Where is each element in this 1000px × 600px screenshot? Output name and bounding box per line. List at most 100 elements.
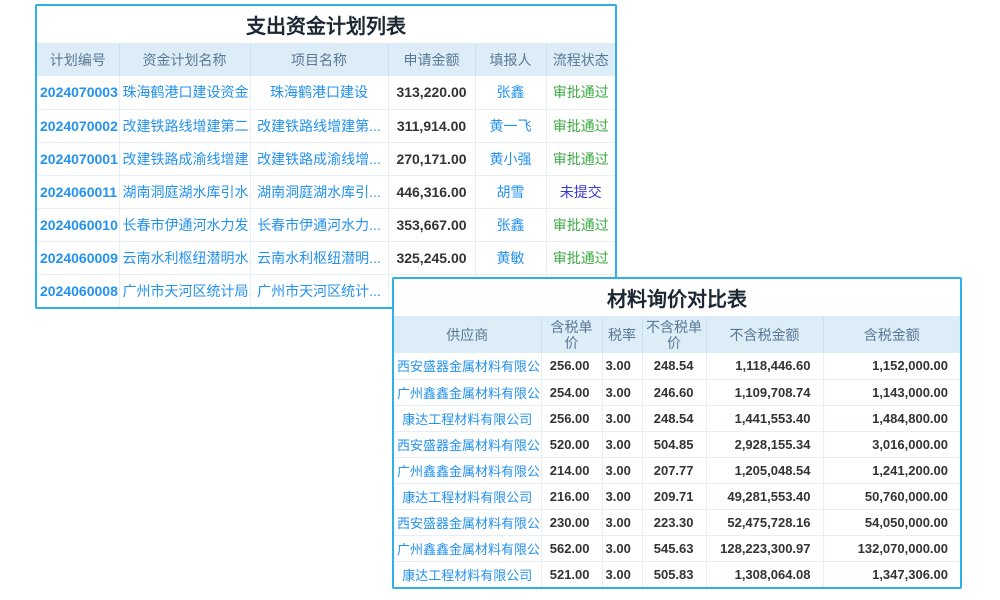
untaxed-unit-price: 246.60 [642,379,706,405]
plan-number-link[interactable]: 2024060011 [37,175,119,208]
untaxed-amount: 128,223,300.97 [706,535,823,561]
supplier-name-link[interactable]: 西安盛器金属材料有限公司 [394,509,541,535]
project-name: 湖南洞庭湖水库引... [250,175,388,208]
plan-table-col-header-2: 项目名称 [250,44,388,76]
supplier-name-link[interactable]: 广州鑫鑫金属材料有限公司 [394,535,541,561]
request-amount: 446,316.00 [388,175,475,208]
untaxed-unit-price: 504.85 [642,431,706,457]
project-name: 改建铁路线增建第... [250,109,388,142]
plan-table-col-header-3: 申请金额 [388,44,475,76]
request-amount: 325,245.00 [388,241,475,274]
untaxed-amount: 52,475,728.16 [706,509,823,535]
supplier-name-link[interactable]: 西安盛器金属材料有限公司 [394,353,541,379]
plan-table-row: 2024060011湖南洞庭湖水库引水...湖南洞庭湖水库引...446,316… [37,175,615,208]
untaxed-unit-price: 248.54 [642,405,706,431]
taxed-amount: 3,016,000.00 [823,431,960,457]
flow-status[interactable]: 审批通过 [546,208,615,241]
fund-plan-name: 长春市伊通河水力发... [119,208,250,241]
untaxed-unit-price: 505.83 [642,561,706,587]
plan-table: 计划编号资金计划名称项目名称申请金额填报人流程状态 2024070003珠海鹤港… [37,44,615,307]
plan-table-col-header-4: 填报人 [475,44,546,76]
tax-rate: 3.00 [602,353,642,379]
quote-table-col-header-2: 税率 [602,317,642,353]
flow-status[interactable]: 审批通过 [546,109,615,142]
plan-number-link[interactable]: 2024060008 [37,274,119,307]
plan-number-link[interactable]: 2024060009 [37,241,119,274]
quote-table-col-header-4: 不含税金额 [706,317,823,353]
plan-table-header-row: 计划编号资金计划名称项目名称申请金额填报人流程状态 [37,44,615,76]
request-amount: 270,171.00 [388,142,475,175]
tax-rate: 3.00 [602,535,642,561]
plan-table-col-header-5: 流程状态 [546,44,615,76]
project-name: 广州市天河区统计... [250,274,388,307]
plan-number-link[interactable]: 2024070002 [37,109,119,142]
quote-table-header-row: 供应商含税单价税率不含税单价不含税金额含税金额 [394,317,960,353]
untaxed-unit-price: 545.63 [642,535,706,561]
taxed-amount: 1,143,000.00 [823,379,960,405]
untaxed-amount: 1,441,553.40 [706,405,823,431]
quote-table-col-header-5: 含税金额 [823,317,960,353]
reporter-name: 胡雪 [475,175,546,208]
taxed-unit-price: 230.00 [541,509,602,535]
quote-table-row: 康达工程材料有限公司521.003.00505.831,308,064.081,… [394,561,960,587]
project-name: 改建铁路成渝线增... [250,142,388,175]
plan-number-link[interactable]: 2024070001 [37,142,119,175]
taxed-unit-price: 256.00 [541,405,602,431]
quote-table-row: 广州鑫鑫金属材料有限公司214.003.00207.771,205,048.54… [394,457,960,483]
reporter-name: 黄小强 [475,142,546,175]
request-amount: 311,914.00 [388,109,475,142]
reporter-name: 张鑫 [475,208,546,241]
taxed-amount: 1,241,200.00 [823,457,960,483]
quote-table-col-header-1: 含税单价 [541,317,602,353]
untaxed-amount: 1,118,446.60 [706,353,823,379]
plan-table-row: 2024060009云南水利枢纽潜明水...云南水利枢纽潜明...325,245… [37,241,615,274]
taxed-unit-price: 521.00 [541,561,602,587]
plan-number-link[interactable]: 2024070003 [37,76,119,109]
plan-table-col-header-1: 资金计划名称 [119,44,250,76]
untaxed-amount: 49,281,553.40 [706,483,823,509]
taxed-amount: 50,760,000.00 [823,483,960,509]
taxed-unit-price: 214.00 [541,457,602,483]
taxed-amount: 1,347,306.00 [823,561,960,587]
taxed-amount: 1,152,000.00 [823,353,960,379]
supplier-name-link[interactable]: 康达工程材料有限公司 [394,561,541,587]
tax-rate: 3.00 [602,561,642,587]
fund-plan-name: 珠海鹤港口建设资金... [119,76,250,109]
supplier-name-link[interactable]: 康达工程材料有限公司 [394,405,541,431]
flow-status[interactable]: 审批通过 [546,142,615,175]
supplier-name-link[interactable]: 广州鑫鑫金属材料有限公司 [394,379,541,405]
supplier-name-link[interactable]: 广州鑫鑫金属材料有限公司 [394,457,541,483]
quote-table: 供应商含税单价税率不含税单价不含税金额含税金额 西安盛器金属材料有限公司256.… [394,317,960,587]
quote-table-row: 康达工程材料有限公司256.003.00248.541,441,553.401,… [394,405,960,431]
taxed-amount: 132,070,000.00 [823,535,960,561]
supplier-name-link[interactable]: 康达工程材料有限公司 [394,483,541,509]
request-amount: 313,220.00 [388,76,475,109]
taxed-unit-price: 254.00 [541,379,602,405]
fund-plan-name: 广州市天河区统计局... [119,274,250,307]
taxed-amount: 1,484,800.00 [823,405,960,431]
quote-table-row: 广州鑫鑫金属材料有限公司562.003.00545.63128,223,300.… [394,535,960,561]
tax-rate: 3.00 [602,405,642,431]
untaxed-unit-price: 223.30 [642,509,706,535]
project-name: 云南水利枢纽潜明... [250,241,388,274]
supplier-name-link[interactable]: 西安盛器金属材料有限公司 [394,431,541,457]
reporter-name: 黄敏 [475,241,546,274]
flow-status[interactable]: 未提交 [546,175,615,208]
quote-table-row: 西安盛器金属材料有限公司520.003.00504.852,928,155.34… [394,431,960,457]
untaxed-amount: 1,109,708.74 [706,379,823,405]
tax-rate: 3.00 [602,483,642,509]
plan-table-row: 2024070001改建铁路成渝线增建...改建铁路成渝线增...270,171… [37,142,615,175]
fund-plan-name: 湖南洞庭湖水库引水... [119,175,250,208]
plan-table-title: 支出资金计划列表 [37,6,615,44]
flow-status[interactable]: 审批通过 [546,241,615,274]
quote-table-row: 西安盛器金属材料有限公司256.003.00248.541,118,446.60… [394,353,960,379]
fund-plan-name: 云南水利枢纽潜明水... [119,241,250,274]
reporter-name: 黄一飞 [475,109,546,142]
flow-status[interactable]: 审批通过 [546,76,615,109]
untaxed-amount: 1,308,064.08 [706,561,823,587]
plan-table-row: 2024060010长春市伊通河水力发...长春市伊通河水力...353,667… [37,208,615,241]
untaxed-amount: 2,928,155.34 [706,431,823,457]
taxed-amount: 54,050,000.00 [823,509,960,535]
plan-number-link[interactable]: 2024060010 [37,208,119,241]
plan-table-row: 2024070003珠海鹤港口建设资金...珠海鹤港口建设313,220.00张… [37,76,615,109]
